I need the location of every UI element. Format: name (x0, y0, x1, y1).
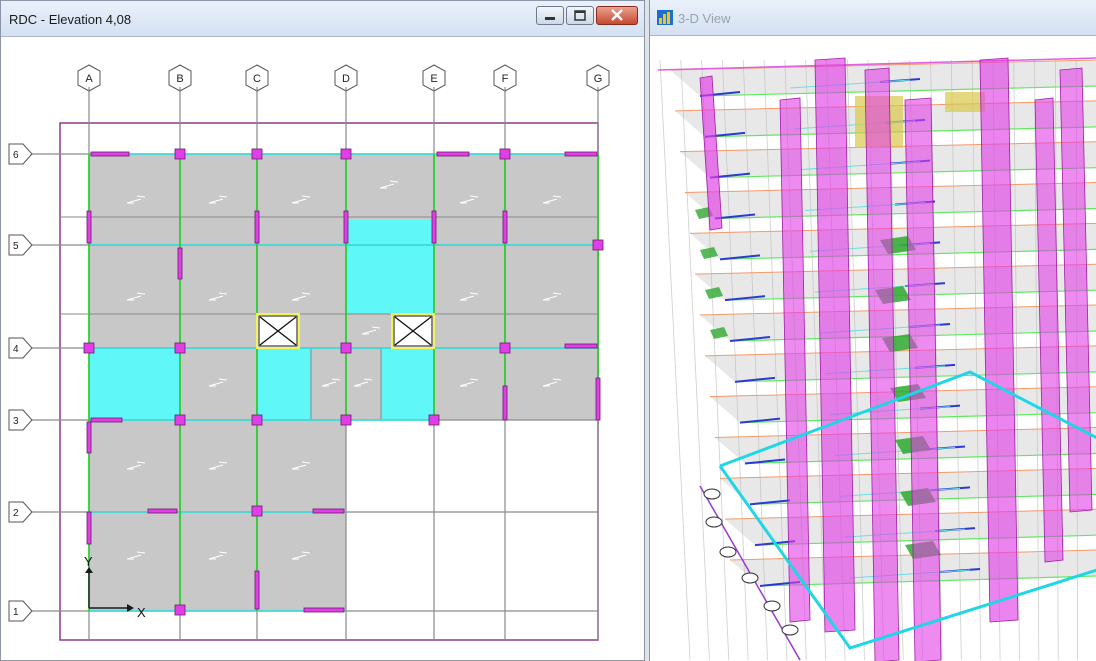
grid-label: 1 (13, 607, 19, 618)
plan-view-title: RDC - Elevation 4,08 (9, 12, 132, 27)
grid-label: G (594, 73, 603, 85)
wall-segment (564, 343, 598, 349)
grid-bubble-row-2: 2 (8, 501, 33, 523)
column-icon (814, 57, 856, 633)
wall-segment (564, 151, 598, 157)
wall-segment (502, 210, 508, 244)
column-icon (340, 414, 352, 426)
slab-area (434, 348, 598, 420)
column-icon (251, 505, 263, 517)
slab-opening (257, 348, 311, 420)
grid-bubble-3d (781, 624, 799, 636)
grid-label: 2 (13, 508, 19, 519)
grid-bubble-g: G (586, 64, 610, 92)
grid-label: D (342, 73, 350, 85)
column-icon (428, 414, 440, 426)
column-icon (83, 342, 95, 354)
3d-view-window[interactable]: 3-D View (649, 0, 1096, 661)
slab-area (89, 154, 598, 348)
column-icon (340, 342, 352, 354)
maximize-icon (574, 10, 586, 21)
grid-bubble-3d (719, 546, 737, 558)
grid-bubble-b: B (168, 64, 192, 92)
plan-view-titlebar[interactable]: RDC - Elevation 4,08 (1, 1, 644, 37)
wall-segment (431, 210, 437, 244)
wall-segment (177, 247, 183, 280)
column-icon (251, 414, 263, 426)
grid-bubble-e: E (422, 64, 446, 92)
wall-segment (86, 511, 92, 545)
column-icon (499, 148, 511, 160)
plan-canvas[interactable]: A B C D E F G 6 5 4 3 2 1 X Y (1, 37, 644, 661)
grid-bubble-row-6: 6 (8, 143, 33, 165)
3d-view-title: 3-D View (678, 11, 731, 26)
grid-bubble-3d (741, 572, 759, 584)
wall-segment (90, 151, 130, 157)
column-icon (251, 148, 263, 160)
axis-y-label: Y (84, 554, 93, 569)
window-app-icon (657, 10, 673, 25)
3d-canvas[interactable] (650, 36, 1096, 661)
wall-segment (254, 210, 260, 244)
window-controls (534, 6, 638, 25)
grid-label: E (430, 73, 437, 85)
slab-area (89, 420, 346, 611)
grid-bubble-3d (703, 488, 721, 500)
wall-segment (595, 377, 601, 421)
column-icon (174, 414, 186, 426)
floor-level (724, 508, 1096, 547)
grid-label: C (253, 73, 261, 85)
grid-bubble-d: D (334, 64, 358, 92)
wall-segment (147, 508, 178, 514)
grid-bubble-row-5: 5 (8, 234, 33, 256)
plan-view-window[interactable]: RDC - Elevation 4,08 A B C D E F G 6 5 4 3 2 1 X Y (0, 0, 645, 661)
grid-label: A (85, 73, 93, 85)
slab-opening (381, 348, 434, 420)
column-icon (499, 342, 511, 354)
wall-segment (90, 417, 123, 423)
maximize-button[interactable] (566, 6, 594, 25)
grid-bubble-3d (763, 600, 781, 612)
grid-bubble-3d (705, 516, 723, 528)
column-icon (340, 148, 352, 160)
minimize-icon (545, 17, 555, 20)
wall-segment (502, 385, 508, 421)
grid-label: 4 (13, 344, 19, 355)
wall-segment (86, 421, 92, 454)
stair-core (945, 92, 985, 112)
column-icon (174, 148, 186, 160)
minimize-button[interactable] (536, 6, 564, 25)
grid-label: 5 (13, 241, 19, 252)
grid-bubble-c: C (245, 64, 269, 92)
grid-label: 3 (13, 416, 19, 427)
wall-segment (343, 210, 349, 244)
grid-label: B (176, 73, 183, 85)
grid-label: F (502, 73, 509, 85)
close-button[interactable] (596, 6, 638, 25)
wall-segment (303, 607, 345, 613)
wall-segment (86, 210, 92, 244)
wall-segment (254, 570, 260, 610)
construction-line (659, 59, 691, 661)
column-icon (174, 342, 186, 354)
wall-segment (312, 508, 345, 514)
3d-view-titlebar[interactable]: 3-D View (650, 0, 1096, 36)
close-icon (611, 9, 623, 21)
grid-bubble-row-4: 4 (8, 337, 33, 359)
slab-opening (89, 348, 180, 420)
grid-label: 6 (13, 150, 19, 161)
wall-segment (436, 151, 470, 157)
grid-bubble-row-3: 3 (8, 409, 33, 431)
grid-bubble-f: F (493, 64, 517, 92)
axis-x-label: X (137, 605, 146, 620)
column-icon (174, 604, 186, 616)
slab-opening (346, 219, 434, 314)
grid-bubble-a: A (77, 64, 101, 92)
floor-level (704, 345, 1096, 383)
grid-bubble-row-1: 1 (8, 600, 33, 622)
column-icon (592, 239, 604, 251)
